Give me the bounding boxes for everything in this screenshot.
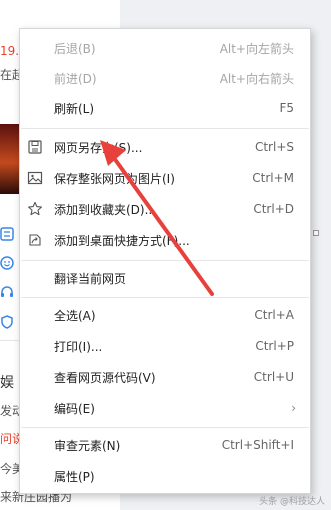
menu-item-add-desktop-shortcut[interactable]: 添加到桌面快捷方式(F)... xyxy=(20,225,310,255)
menu-item-shortcut: Ctrl+P xyxy=(255,339,294,353)
menu-item-label: 添加到收藏夹(D)... xyxy=(54,202,157,217)
menu-item-shortcut: Alt+向右箭头 xyxy=(219,71,294,86)
menu-item-back[interactable]: 后退(B) Alt+向左箭头 xyxy=(20,33,310,63)
menu-item-print[interactable]: 打印(I)... Ctrl+P xyxy=(20,331,310,361)
menu-item-shortcut: Ctrl+Shift+I xyxy=(221,438,294,452)
star-icon xyxy=(27,201,43,217)
menu-item-shortcut: Ctrl+A xyxy=(254,308,294,322)
menu-item-label: 属性(P) xyxy=(54,469,95,484)
menu-separator xyxy=(21,128,309,129)
menu-item-forward[interactable]: 前进(D) Alt+向右箭头 xyxy=(20,63,310,93)
image-icon xyxy=(27,170,43,186)
menu-item-translate-page[interactable]: 翻译当前网页 xyxy=(20,263,310,293)
menu-item-label: 前进(D) xyxy=(54,71,97,86)
bg-headphone-icon xyxy=(0,284,14,298)
menu-item-properties[interactable]: 属性(P) xyxy=(20,461,310,491)
watermark-text: 头条 @科技达人 xyxy=(259,497,325,507)
menu-item-label: 打印(I)... xyxy=(54,339,103,354)
chevron-right-icon: › xyxy=(291,401,296,415)
bg-shield-icon xyxy=(0,314,14,329)
menu-item-shortcut: Ctrl+M xyxy=(252,171,294,185)
menu-item-save-page-as[interactable]: 网页另存为(S)... Ctrl+S xyxy=(20,132,310,162)
menu-item-label: 保存整张网页为图片(I) xyxy=(54,171,175,186)
menu-item-refresh[interactable]: 刷新(L) F5 xyxy=(20,93,310,123)
menu-item-encoding[interactable]: 编码(E) › xyxy=(20,393,310,423)
menu-item-inspect-element[interactable]: 审查元素(N) Ctrl+Shift+I xyxy=(20,430,310,460)
menu-item-label: 后退(B) xyxy=(54,41,96,56)
shortcut-icon xyxy=(27,232,43,248)
context-menu: 后退(B) Alt+向左箭头 前进(D) Alt+向右箭头 刷新(L) F5 网… xyxy=(19,28,311,494)
menu-item-label: 查看网页源代码(V) xyxy=(54,370,156,385)
menu-item-label: 网页另存为(S)... xyxy=(54,140,143,155)
menu-separator xyxy=(21,297,309,298)
menu-item-shortcut: F5 xyxy=(279,101,294,115)
menu-item-shortcut: Ctrl+D xyxy=(253,202,294,216)
menu-item-label: 刷新(L) xyxy=(54,101,95,116)
menu-item-label: 全选(A) xyxy=(54,308,96,323)
menu-item-label: 审查元素(N) xyxy=(54,438,121,453)
bg-list-icon xyxy=(0,226,14,241)
bg-text-line: 娱 xyxy=(0,375,14,391)
menu-item-shortcut: Ctrl+U xyxy=(253,370,294,384)
menu-separator xyxy=(21,427,309,428)
menu-item-shortcut: Alt+向左箭头 xyxy=(219,41,294,56)
menu-item-label: 添加到桌面快捷方式(F)... xyxy=(54,233,190,248)
menu-item-label: 编码(E) xyxy=(54,401,95,416)
bg-smile-icon xyxy=(0,255,14,270)
menu-item-view-source[interactable]: 查看网页源代码(V) Ctrl+U xyxy=(20,362,310,392)
menu-item-add-favorite[interactable]: 添加到收藏夹(D)... Ctrl+D xyxy=(20,194,310,224)
menu-item-label: 翻译当前网页 xyxy=(54,271,127,286)
resize-handle[interactable] xyxy=(313,230,319,236)
menu-item-save-as-image[interactable]: 保存整张网页为图片(I) Ctrl+M xyxy=(20,163,310,193)
menu-separator xyxy=(21,260,309,261)
save-icon xyxy=(27,139,43,155)
menu-item-shortcut: Ctrl+S xyxy=(254,140,294,154)
menu-item-select-all[interactable]: 全选(A) Ctrl+A xyxy=(20,300,310,330)
